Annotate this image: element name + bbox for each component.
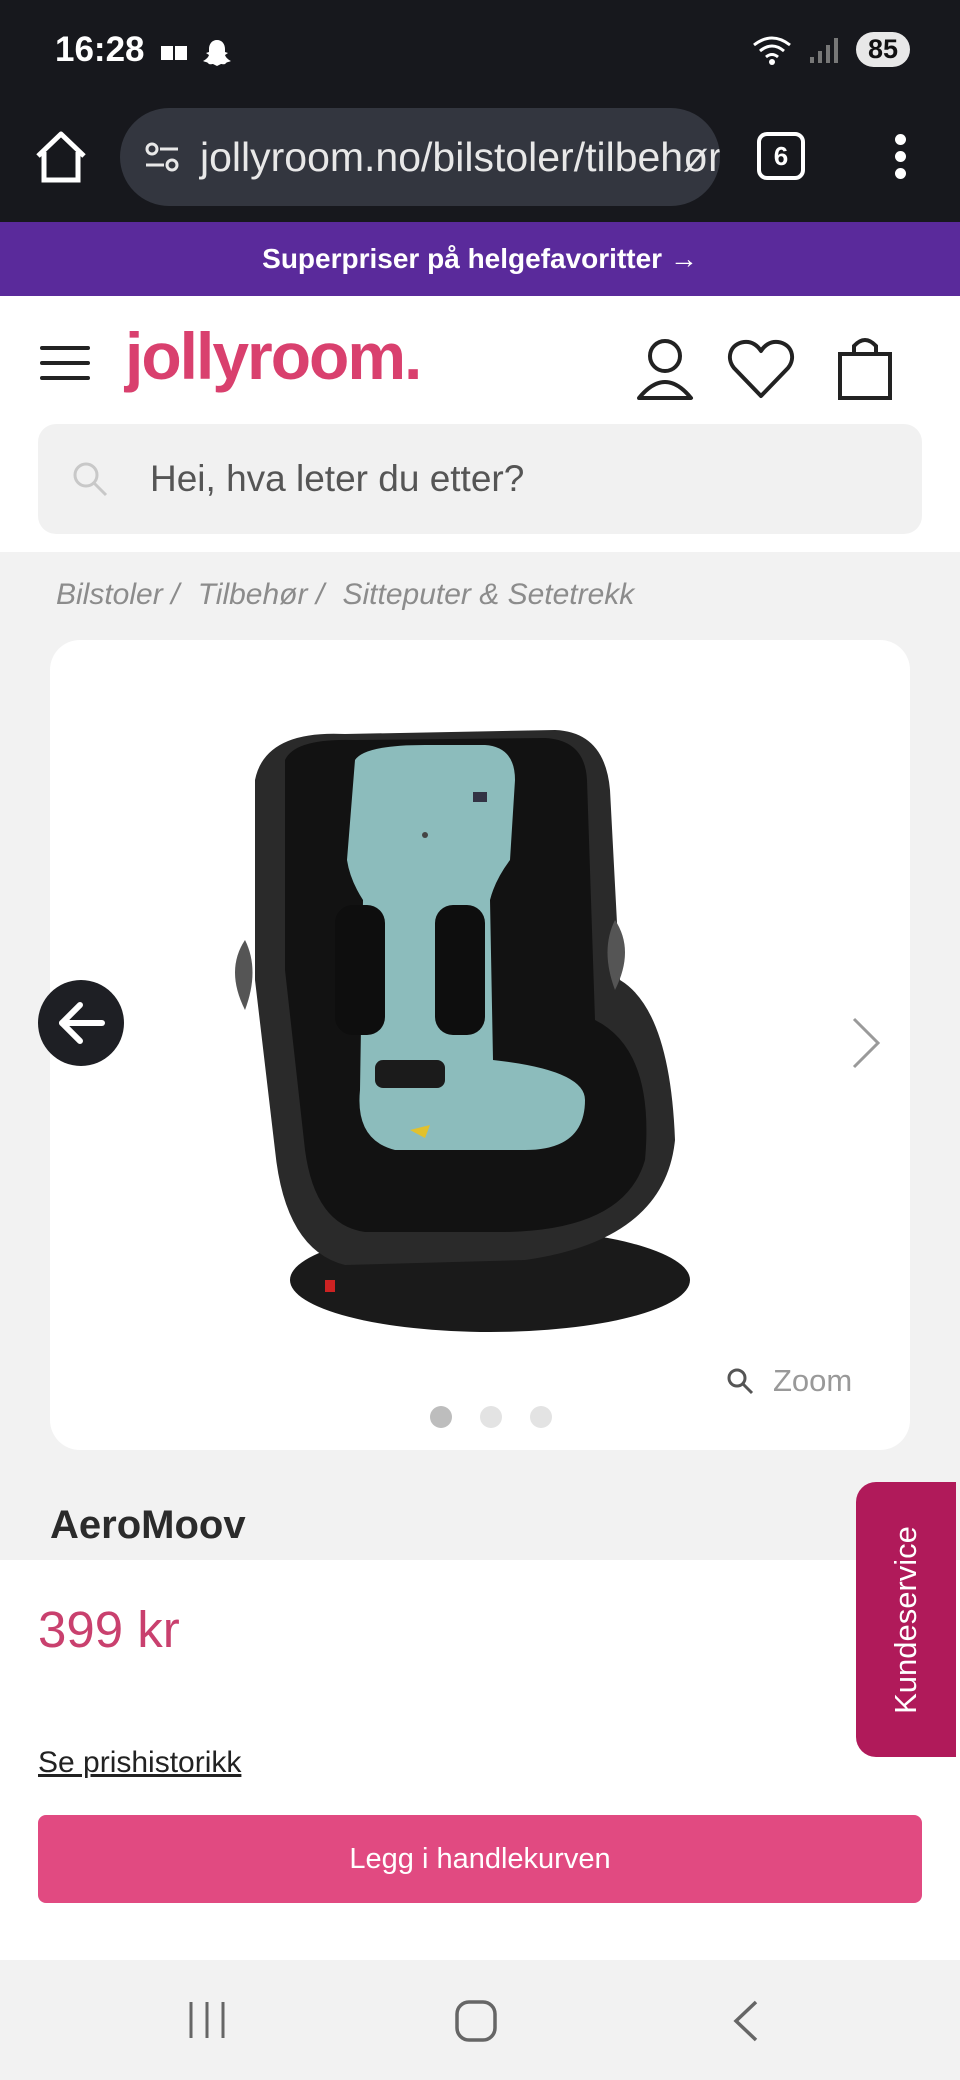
search-placeholder: Hei, hva leter du etter?: [150, 458, 525, 499]
price-section: 399 kr Se prishistorikk Legg i handlekur…: [0, 1560, 960, 1960]
customer-service-label: Kundeservice: [888, 1525, 923, 1714]
snapchat-icon: [203, 40, 231, 66]
customer-service-tab[interactable]: Kundeservice: [856, 1482, 956, 1757]
hamburger-menu-icon[interactable]: [40, 346, 90, 386]
site-header: jollyroom. Hei, hva leter du etter?: [0, 296, 960, 552]
back-nav-icon[interactable]: [728, 1998, 764, 2044]
breadcrumb-item[interactable]: Sitteputer & Setetrekk: [343, 578, 635, 611]
zoom-button[interactable]: Zoom: [725, 1363, 852, 1399]
product-gallery[interactable]: [50, 640, 910, 1450]
carousel-dots: [430, 1406, 552, 1428]
system-icons: 85: [750, 32, 910, 67]
breadcrumb: Bilstoler / Tilbehør / Sitteputer & Sete…: [56, 578, 644, 612]
arrow-left-icon: [59, 1002, 105, 1044]
product-brand[interactable]: AeroMoov: [50, 1503, 246, 1548]
product-price: 399 kr: [38, 1601, 180, 1658]
tab-switcher-button[interactable]: 6: [757, 132, 805, 180]
wifi-icon: [753, 36, 791, 65]
battery-indicator: 85: [855, 32, 910, 67]
status-time: 16:28: [55, 30, 145, 69]
notification-icons: [160, 38, 232, 68]
video-notification-icon: [161, 46, 187, 60]
carousel-prev-button[interactable]: [38, 980, 124, 1066]
zoom-label: Zoom: [773, 1363, 853, 1398]
search-input[interactable]: Hei, hva leter du etter?: [38, 424, 922, 534]
browser-toolbar: jollyroom.no/bilstoler/tilbehør 6: [0, 108, 960, 222]
home-nav-icon[interactable]: [453, 1998, 499, 2044]
product-image-car-seat: [235, 730, 690, 1332]
carousel-dot[interactable]: [480, 1406, 502, 1428]
add-to-cart-button[interactable]: Legg i handlekurven: [38, 1815, 922, 1903]
breadcrumb-item[interactable]: Tilbehør /: [198, 578, 324, 611]
system-navigation-bar: [0, 1960, 960, 2080]
address-bar[interactable]: jollyroom.no/bilstoler/tilbehør: [120, 108, 720, 206]
account-icon[interactable]: [634, 336, 696, 402]
search-icon: [73, 462, 108, 497]
url-text: jollyroom.no/bilstoler/tilbehør: [200, 133, 720, 180]
promo-banner[interactable]: Superpriser på helgefavoritter →: [0, 222, 960, 296]
carousel-dot-active[interactable]: [430, 1406, 452, 1428]
signal-icon: [809, 37, 838, 63]
status-bar: 16:28 85: [0, 0, 960, 108]
cart-bag-icon[interactable]: [834, 336, 896, 402]
carousel-next-chevron-icon[interactable]: [848, 1015, 884, 1071]
site-logo[interactable]: jollyroom.: [125, 318, 422, 394]
zoom-magnifier-icon: [727, 1368, 754, 1395]
home-icon[interactable]: [32, 128, 90, 186]
site-settings-icon[interactable]: [142, 137, 182, 177]
browser-menu-icon[interactable]: [890, 130, 910, 186]
wishlist-heart-icon[interactable]: [726, 336, 796, 402]
carousel-dot[interactable]: [530, 1406, 552, 1428]
recent-apps-icon[interactable]: [185, 1998, 229, 2042]
price-history-link[interactable]: Se prishistorikk: [38, 1746, 241, 1780]
breadcrumb-item[interactable]: Bilstoler /: [56, 578, 179, 611]
